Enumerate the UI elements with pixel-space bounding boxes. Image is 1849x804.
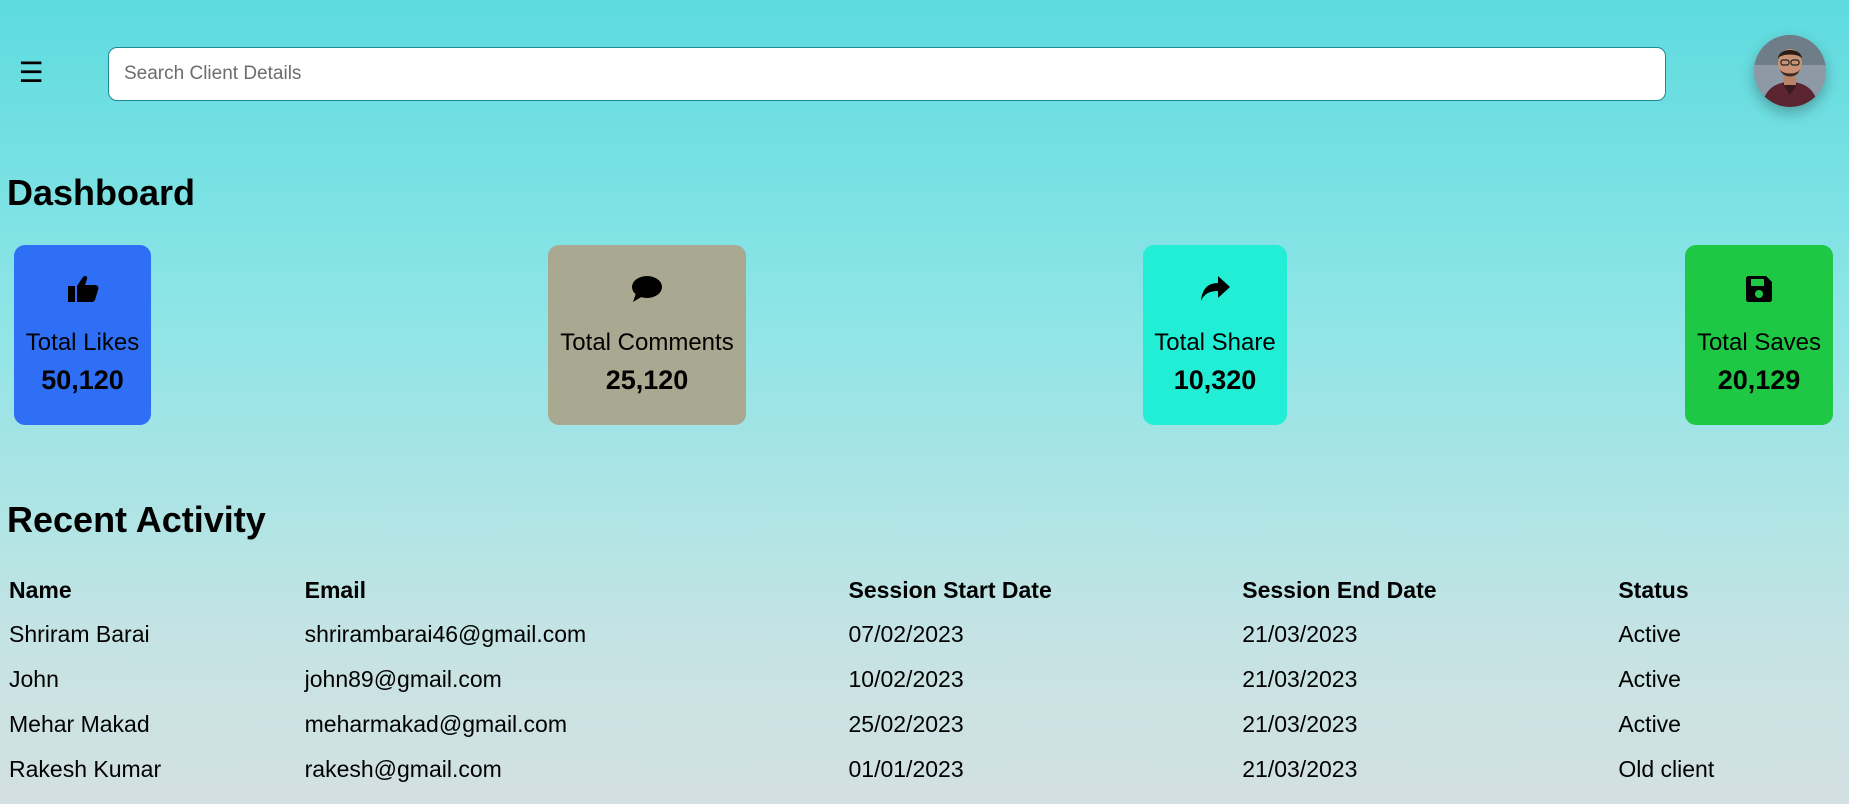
column-header-session-start: Session Start Date: [848, 576, 1052, 603]
cell-session-start: 10/02/2023: [848, 666, 964, 692]
card-value: 10,320: [1173, 365, 1257, 395]
thumbs-up-icon: [14, 275, 151, 305]
cell-email: rakesh@gmail.com: [304, 756, 502, 782]
cell-status: Active: [1618, 621, 1681, 647]
card-value: 50,120: [41, 365, 124, 395]
save-icon: [1685, 275, 1833, 305]
total-share-card: Total Share 10,320: [1143, 245, 1287, 425]
recent-activity-table: Name Email Session Start Date Session En…: [0, 568, 1849, 792]
cell-name: Shriram Barai: [9, 621, 150, 647]
column-header-session-end: Session End Date: [1242, 576, 1437, 603]
share-icon: [1143, 275, 1287, 305]
cell-email: john89@gmail.com: [304, 666, 502, 692]
cell-email: meharmakad@gmail.com: [304, 711, 568, 737]
cell-session-start: 07/02/2023: [848, 621, 964, 647]
hamburger-menu-icon[interactable]: ☰: [18, 59, 44, 87]
total-comments-card: Total Comments 25,120: [548, 245, 746, 425]
cell-session-start: 25/02/2023: [848, 711, 964, 737]
top-bar: ☰: [0, 0, 1849, 150]
cell-session-end: 21/03/2023: [1242, 711, 1358, 737]
search-input[interactable]: [108, 47, 1666, 101]
cell-session-end: 21/03/2023: [1242, 756, 1358, 782]
total-saves-card: Total Saves 20,129: [1685, 245, 1833, 425]
comment-icon: [548, 275, 746, 305]
cell-session-end: 21/03/2023: [1242, 666, 1358, 692]
card-label: Total Share: [1154, 329, 1276, 356]
cell-status: Active: [1618, 711, 1681, 737]
column-header-status: Status: [1618, 576, 1689, 603]
card-label: Total Comments: [560, 329, 734, 356]
cell-status: Active: [1618, 666, 1681, 692]
cell-name: John: [9, 666, 59, 692]
column-header-name: Name: [9, 576, 72, 603]
card-value: 25,120: [605, 365, 689, 395]
cell-session-start: 01/01/2023: [848, 756, 964, 782]
table-header-row: Name Email Session Start Date Session En…: [0, 568, 1849, 612]
card-value: 20,129: [1717, 365, 1801, 395]
table-row: Shriram Barai shrirambarai46@gmail.com 0…: [0, 612, 1849, 657]
cell-email: shrirambarai46@gmail.com: [304, 621, 587, 647]
cell-session-end: 21/03/2023: [1242, 621, 1358, 647]
cell-name: Mehar Makad: [9, 711, 150, 737]
cell-name: Rakesh Kumar: [9, 756, 162, 782]
total-likes-card: Total Likes 50,120: [14, 245, 151, 425]
user-avatar[interactable]: [1754, 35, 1826, 107]
cell-status: Old client: [1618, 756, 1715, 782]
dashboard-title: Dashboard: [7, 172, 196, 213]
card-label: Total Likes: [25, 329, 140, 356]
table-row: Mehar Makad meharmakad@gmail.com 25/02/2…: [0, 702, 1849, 747]
recent-activity-title: Recent Activity: [7, 499, 266, 540]
table-row: John john89@gmail.com 10/02/2023 21/03/2…: [0, 657, 1849, 702]
table-row: Rakesh Kumar rakesh@gmail.com 01/01/2023…: [0, 747, 1849, 792]
column-header-email: Email: [304, 576, 366, 603]
card-label: Total Saves: [1696, 329, 1822, 356]
